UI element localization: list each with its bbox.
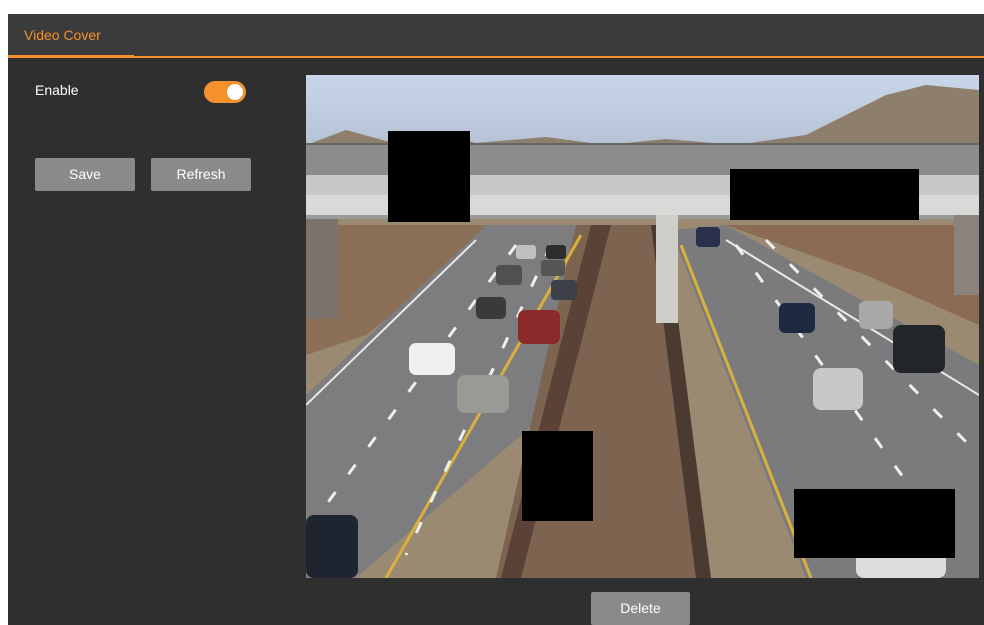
toggle-knob — [227, 84, 243, 100]
cover-area-3[interactable] — [522, 431, 593, 521]
refresh-button[interactable]: Refresh — [151, 158, 251, 191]
enable-label: Enable — [35, 82, 79, 98]
cover-area-2[interactable] — [730, 169, 919, 220]
tab-bar: Video Cover — [8, 14, 984, 58]
cover-area-1[interactable] — [388, 131, 470, 222]
save-button[interactable]: Save — [35, 158, 135, 191]
cover-area-4[interactable] — [794, 489, 955, 558]
video-cover-panel: Video Cover Enable Save Refresh Delete — [8, 14, 984, 625]
tab-video-cover[interactable]: Video Cover — [8, 14, 134, 58]
enable-toggle[interactable] — [204, 81, 246, 103]
delete-button[interactable]: Delete — [591, 592, 690, 625]
video-preview[interactable] — [306, 75, 979, 578]
